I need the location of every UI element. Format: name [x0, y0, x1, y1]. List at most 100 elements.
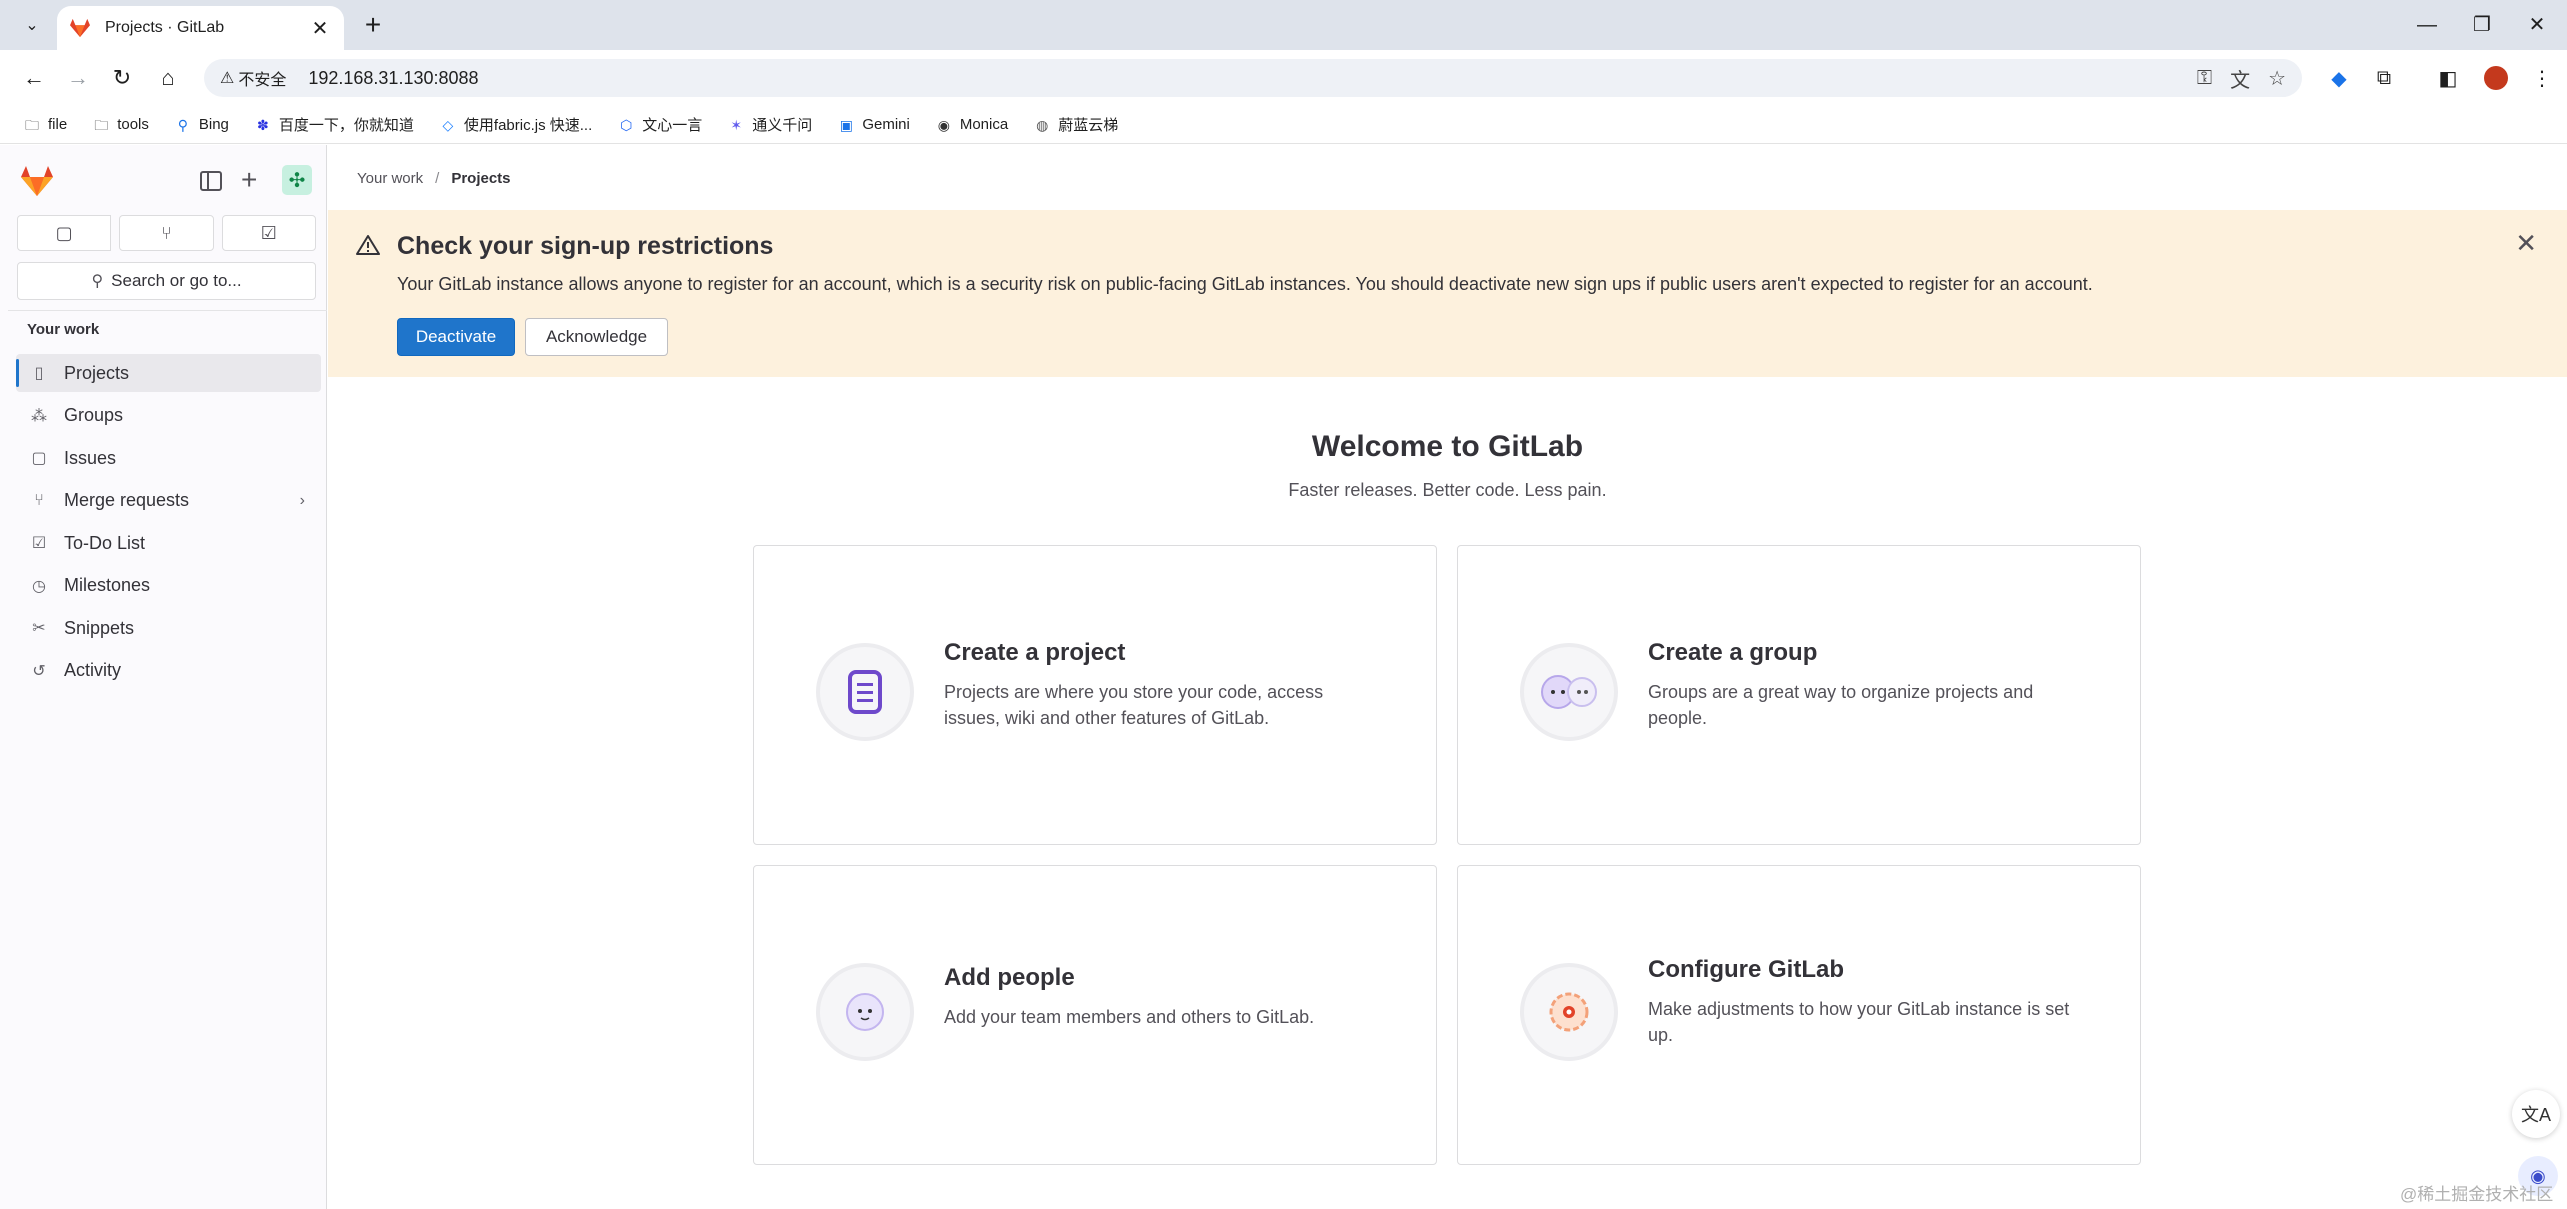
merge-requests-button[interactable]: ⑂: [119, 215, 214, 251]
breadcrumb-your-work[interactable]: Your work: [357, 170, 423, 187]
bookmark-tongyi[interactable]: ✶ 通义千问: [728, 114, 812, 135]
extension-layers-icon[interactable]: ◆: [2325, 64, 2353, 92]
create-new-icon[interactable]: +: [241, 163, 257, 197]
restore-button[interactable]: ❐: [2462, 10, 2502, 40]
alert-body: Your GitLab instance allows anyone to re…: [397, 274, 2093, 294]
milestone-icon: ◷: [32, 577, 46, 595]
sidebar-item-groups[interactable]: ⁂ Groups: [16, 397, 321, 435]
url-text[interactable]: 192.168.31.130:8088: [308, 68, 478, 89]
new-tab-button[interactable]: +: [358, 10, 388, 40]
watermark-text: @稀土掘金技术社区: [2400, 1185, 2554, 1204]
sidebar-item-projects[interactable]: ▯ Projects: [16, 354, 321, 392]
project-icon: ▯: [34, 365, 44, 382]
close-window-button[interactable]: ✕: [2517, 10, 2557, 40]
configure-gitlab-card[interactable]: Configure GitLab Make adjustments to how…: [1457, 865, 2141, 1165]
sidebar-item-milestones[interactable]: ◷ Milestones: [16, 567, 321, 605]
gemini-icon: ▣: [839, 116, 853, 133]
sidebar-item-issues[interactable]: ▢ Issues: [16, 439, 321, 477]
password-key-icon[interactable]: ⚿: [2197, 67, 2212, 90]
more-menu-icon[interactable]: ⋮: [2528, 64, 2556, 92]
todo-icon: ☑: [31, 535, 47, 552]
sidebar-item-snippets[interactable]: ✂ Snippets: [16, 609, 321, 647]
translate-float-icon[interactable]: 文A: [2512, 1090, 2560, 1138]
alert-title: Check your sign-up restrictions: [397, 232, 774, 260]
acknowledge-button[interactable]: Acknowledge: [525, 318, 668, 356]
gitlab-logo-icon[interactable]: [20, 165, 54, 197]
create-project-card[interactable]: Create a project Projects are where you …: [753, 545, 1437, 845]
search-icon: ⚲: [177, 116, 188, 133]
merge-request-icon: ⑂: [161, 222, 172, 243]
group-icon: ⁂: [31, 407, 47, 425]
home-icon[interactable]: ⌂: [152, 62, 184, 94]
sidebar-item-activity[interactable]: ↺ Activity: [16, 652, 321, 690]
breadcrumb-current[interactable]: Projects: [451, 170, 510, 187]
chevron-right-icon: ›: [299, 491, 305, 509]
user-avatar[interactable]: ✣: [282, 165, 312, 195]
sidebar-nav: ▯ Projects ⁂ Groups ▢ Issues ⑂ Merge req…: [16, 354, 321, 694]
welcome-title: Welcome to GitLab: [1311, 430, 1584, 463]
project-illustration-icon: [816, 643, 914, 741]
translate-icon[interactable]: 文: [2230, 64, 2250, 93]
collapse-sidebar-icon[interactable]: [200, 171, 222, 191]
browser-tab[interactable]: Projects · GitLab ✕: [57, 6, 344, 50]
tongyi-icon: ✶: [730, 116, 743, 133]
sidebar-section-title: Your work: [27, 321, 100, 338]
juejin-icon: ◇: [442, 116, 454, 133]
sidebar-divider: [8, 310, 327, 311]
globe-icon: ◍: [1036, 116, 1049, 133]
sidebar-item-label: Milestones: [64, 575, 151, 595]
sidebar-item-label: Issues: [64, 447, 117, 468]
extensions-puzzle-icon[interactable]: ⧉: [2370, 64, 2398, 92]
history-icon: ↺: [32, 662, 46, 680]
search-icon: ⚲: [91, 273, 104, 290]
bookmark-bing[interactable]: ⚲ Bing: [175, 116, 229, 133]
bookmark-baidu[interactable]: ✽ 百度一下，你就知道: [255, 114, 414, 135]
back-icon[interactable]: ←: [18, 62, 50, 94]
bookmark-weilan[interactable]: ◍ 蔚蓝云梯: [1034, 114, 1118, 135]
sidebar-item-label: Groups: [64, 405, 124, 425]
profile-avatar[interactable]: [2484, 66, 2508, 90]
card-title: Configure GitLab: [1648, 956, 1844, 983]
create-group-card[interactable]: Create a group Groups are a great way to…: [1457, 545, 2141, 845]
breadcrumb-separator: /: [435, 170, 440, 187]
tab-close-icon[interactable]: ✕: [308, 16, 332, 41]
address-bar-row: ← → ↻ ⌂ ⚠ 不安全 192.168.31.130:8088 ⚿ 文 ☆ …: [0, 50, 2567, 106]
assigned-issues-button[interactable]: ▢: [17, 215, 112, 251]
card-title: Create a group: [1648, 639, 1818, 666]
signup-restrictions-alert: Check your sign-up restrictions Your Git…: [328, 210, 2567, 377]
forward-icon[interactable]: →: [62, 62, 94, 94]
dismiss-alert-icon[interactable]: ✕: [2515, 228, 2537, 259]
not-secure-indicator[interactable]: ⚠ 不安全: [220, 66, 286, 90]
group-illustration-icon: [1520, 643, 1618, 741]
sidebar-item-label: Merge requests: [64, 490, 190, 510]
omnibox[interactable]: ⚠ 不安全 192.168.31.130:8088 ⚿ 文 ☆: [204, 59, 2302, 97]
wenxin-icon: ⬡: [620, 116, 633, 133]
bookmark-file[interactable]: 🗀 file: [24, 116, 67, 133]
not-secure-label: 不安全: [238, 72, 287, 89]
sidebar-item-merge-requests[interactable]: ⑂ Merge requests ›: [16, 482, 321, 520]
sidebar-item-todo-list[interactable]: ☑ To-Do List: [16, 524, 321, 562]
card-description: Make adjustments to how your GitLab inst…: [1648, 999, 2070, 1045]
bookmarks-bar: 🗀 file 🗀 tools ⚲ Bing ✽ 百度一下，你就知道 ◇ 使用fabric.…: [0, 106, 2567, 144]
card-description: Groups are a great way to organize proje…: [1648, 682, 2034, 728]
sidebar-item-label: Projects: [64, 362, 130, 383]
bookmark-wenxin[interactable]: ⬡ 文心一言: [618, 114, 702, 135]
side-panel-icon[interactable]: ◧: [2434, 64, 2462, 92]
bookmark-juejin[interactable]: ◇ 使用fabric.js 快速...: [440, 114, 593, 135]
reload-icon[interactable]: ↻: [106, 62, 138, 94]
warning-icon: ⚠: [220, 70, 235, 87]
gitlab-favicon-icon: [70, 18, 90, 38]
bookmark-star-icon[interactable]: ☆: [2268, 66, 2286, 91]
issues-icon: ▢: [55, 222, 73, 243]
bookmark-tools[interactable]: 🗀 tools: [93, 116, 149, 133]
tab-search-dropdown-icon[interactable]: ⌄: [14, 12, 50, 38]
sidebar-item-label: To-Do List: [64, 532, 146, 553]
minimize-button[interactable]: —: [2407, 10, 2447, 40]
search-or-go-to-button[interactable]: ⚲ Search or go to...: [17, 262, 316, 300]
sidebar-item-label: Snippets: [64, 617, 135, 638]
todos-button[interactable]: ☑: [221, 215, 316, 251]
bookmark-monica[interactable]: ◉ Monica: [936, 116, 1008, 133]
bookmark-gemini[interactable]: ▣ Gemini: [838, 116, 910, 133]
add-people-card[interactable]: Add people Add your team members and oth…: [753, 865, 1437, 1165]
deactivate-button[interactable]: Deactivate: [397, 318, 515, 356]
